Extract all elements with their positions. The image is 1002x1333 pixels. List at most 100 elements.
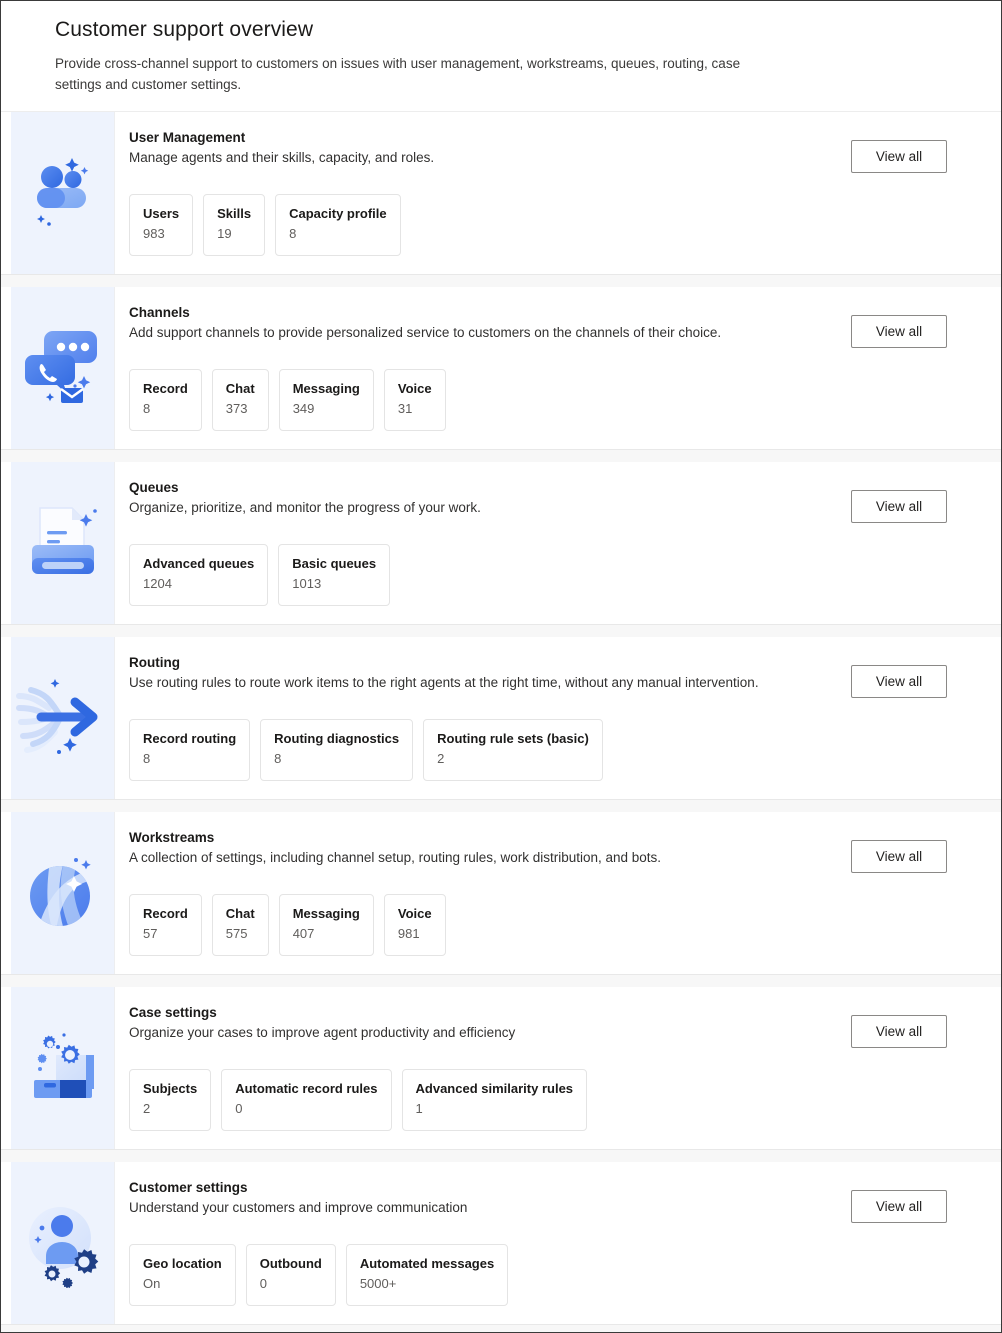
- people-icon: [20, 150, 106, 236]
- stat-tile[interactable]: Advanced queues 1204: [129, 544, 269, 606]
- stat-label: Messaging: [292, 381, 360, 396]
- card-title: Customer settings: [129, 1180, 248, 1195]
- stat-value: 57: [143, 926, 158, 941]
- stat-tile[interactable]: Routing diagnostics 8: [260, 719, 414, 781]
- card-action: View all: [851, 128, 1001, 256]
- view-all-button[interactable]: View all: [851, 840, 947, 873]
- card-icon-panel: [11, 462, 114, 624]
- card-main: Workstreams A collection of settings, in…: [115, 828, 851, 956]
- stat-value: 1: [415, 1101, 423, 1116]
- stat-tile[interactable]: Chat 575: [211, 894, 269, 956]
- view-all-button[interactable]: View all: [851, 140, 947, 173]
- card-description: Organize, prioritize, and monitor the pr…: [129, 500, 481, 515]
- stat-tile[interactable]: Routing rule sets (basic) 2: [423, 719, 603, 781]
- card-body: User Management Manage agents and their …: [114, 112, 1001, 274]
- stat-tile[interactable]: Automatic record rules 0: [221, 1069, 392, 1131]
- stat-tile[interactable]: Outbound 0: [245, 1244, 336, 1306]
- card-description: Use routing rules to route work items to…: [129, 675, 759, 690]
- card-main: Routing Use routing rules to route work …: [115, 653, 851, 781]
- stat-tile-group: Record 8 Chat 373 Messaging 349 Voice 31: [129, 369, 839, 431]
- card-title: Queues: [129, 480, 179, 495]
- stat-value: 2: [143, 1101, 151, 1116]
- card-icon-panel: [11, 812, 114, 974]
- stat-value: 373: [225, 401, 248, 416]
- stat-value: 8: [143, 751, 151, 766]
- stat-tile-group: Record 57 Chat 575 Messaging 407 Voice 9…: [129, 894, 839, 956]
- stat-tile[interactable]: Record 57: [129, 894, 202, 956]
- stat-label: Capacity profile: [289, 206, 387, 221]
- stat-label: Chat: [225, 381, 255, 396]
- stat-tile[interactable]: Advanced similarity rules 1: [401, 1069, 588, 1131]
- stat-value: 0: [259, 1276, 267, 1291]
- stat-value: 19: [217, 226, 232, 241]
- stat-tile-group: Subjects 2 Automatic record rules 0 Adva…: [129, 1069, 839, 1131]
- stat-value: On: [143, 1276, 161, 1291]
- card-body: Routing Use routing rules to route work …: [114, 637, 1001, 799]
- stat-tile[interactable]: Basic queues 1013: [278, 544, 391, 606]
- card-description: Manage agents and their skills, capacity…: [129, 150, 435, 165]
- card-list: User Management Manage agents and their …: [1, 111, 1001, 1325]
- stat-tile[interactable]: Users 983: [129, 194, 194, 256]
- card-action: View all: [851, 653, 1001, 781]
- view-all-button[interactable]: View all: [851, 1190, 947, 1223]
- stat-value: 8: [289, 226, 297, 241]
- stat-label: Geo location: [143, 1256, 222, 1271]
- card-description: Add support channels to provide personal…: [129, 325, 722, 340]
- view-all-button[interactable]: View all: [851, 490, 947, 523]
- card-body: Queues Organize, prioritize, and monitor…: [114, 462, 1001, 624]
- stat-tile[interactable]: Subjects 2: [129, 1069, 212, 1131]
- card-action: View all: [851, 303, 1001, 431]
- card-main: User Management Manage agents and their …: [115, 128, 851, 256]
- card-body: Workstreams A collection of settings, in…: [114, 812, 1001, 974]
- card-icon-panel: [11, 1162, 114, 1324]
- stat-label: Basic queues: [292, 556, 377, 571]
- channels-chat-call-icon: [20, 325, 106, 411]
- card-body: Channels Add support channels to provide…: [114, 287, 1001, 449]
- stat-value: 983: [143, 226, 165, 241]
- stat-label: Automatic record rules: [235, 1081, 378, 1096]
- stat-tile[interactable]: Capacity profile 8: [275, 194, 401, 256]
- view-all-button[interactable]: View all: [851, 1015, 947, 1048]
- view-all-button[interactable]: View all: [851, 665, 947, 698]
- stat-value: 8: [143, 401, 151, 416]
- card-title: Channels: [129, 305, 190, 320]
- view-all-button[interactable]: View all: [851, 315, 947, 348]
- stat-label: Routing diagnostics: [274, 731, 400, 746]
- stat-label: Skills: [217, 206, 252, 221]
- stat-value: 407: [292, 926, 315, 941]
- page-title: Customer support overview: [55, 18, 314, 41]
- customer-support-overview-page: Customer support overview Provide cross-…: [0, 0, 1002, 1333]
- stat-tile[interactable]: Record routing 8: [129, 719, 251, 781]
- overview-card: Routing Use routing rules to route work …: [1, 637, 1001, 800]
- overview-card: Channels Add support channels to provide…: [1, 287, 1001, 450]
- stat-label: Users: [143, 206, 180, 221]
- stat-value: 2: [437, 751, 445, 766]
- stat-tile[interactable]: Messaging 349: [278, 369, 374, 431]
- stat-tile[interactable]: Messaging 407: [278, 894, 374, 956]
- stat-label: Chat: [225, 906, 255, 921]
- stat-tile[interactable]: Geo location On: [129, 1244, 236, 1306]
- overview-card: Customer settings Understand your custom…: [1, 1162, 1001, 1325]
- stat-label: Outbound: [259, 1256, 322, 1271]
- stat-label: Automated messages: [359, 1256, 495, 1271]
- card-description: Organize your cases to improve agent pro…: [129, 1025, 516, 1040]
- stat-tile[interactable]: Voice 981: [383, 894, 446, 956]
- page-subtitle: Provide cross-channel support to custome…: [55, 56, 741, 92]
- stat-tile[interactable]: Skills 19: [203, 194, 266, 256]
- stat-tile[interactable]: Chat 373: [211, 369, 269, 431]
- card-main: Case settings Organize your cases to imp…: [115, 1003, 851, 1131]
- stat-value: 5000+: [359, 1276, 397, 1291]
- stat-tile[interactable]: Voice 31: [383, 369, 446, 431]
- card-title: User Management: [129, 130, 246, 145]
- customer-settings-person-gears-icon: [20, 1198, 106, 1288]
- stat-label: Record routing: [143, 731, 237, 746]
- stat-value: 575: [225, 926, 248, 941]
- stat-tile[interactable]: Automated messages 5000+: [345, 1244, 509, 1306]
- card-action: View all: [851, 828, 1001, 956]
- card-action: View all: [851, 1003, 1001, 1131]
- card-main: Queues Organize, prioritize, and monitor…: [115, 478, 851, 606]
- workstreams-sphere-icon: [20, 850, 106, 936]
- stat-tile[interactable]: Record 8: [129, 369, 202, 431]
- card-icon-panel: [11, 287, 114, 449]
- card-description: Understand your customers and improve co…: [129, 1200, 468, 1215]
